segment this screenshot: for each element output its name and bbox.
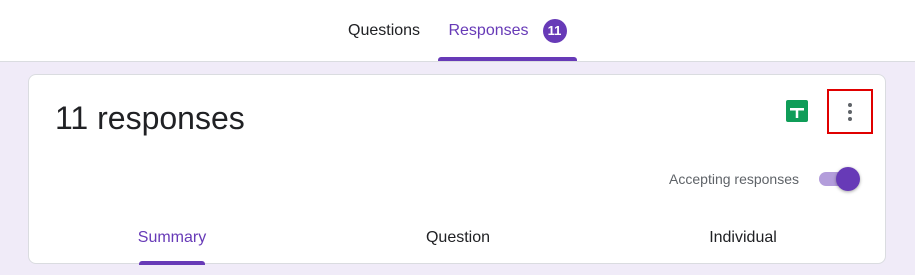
tab-responses[interactable]: Responses 11	[438, 0, 577, 61]
responses-count-badge: 11	[542, 18, 567, 43]
google-sheets-icon[interactable]	[786, 100, 808, 122]
tab-questions[interactable]: Questions	[348, 0, 420, 61]
tab-questions-label: Questions	[348, 21, 421, 39]
responses-summary-card: 11 responses Accepting responses Summary…	[28, 74, 886, 265]
tab-summary[interactable]: Summary	[112, 225, 232, 251]
tab-responses-label: Responses	[448, 21, 529, 39]
summary-tab-indicator	[139, 261, 205, 265]
responses-title: 11 responses	[55, 100, 245, 136]
form-tab-bar: Questions Responses 11	[0, 0, 915, 61]
more-options-button[interactable]	[827, 89, 873, 134]
tab-individual[interactable]: Individual	[683, 225, 803, 251]
google-sheets-icon-svg	[786, 100, 808, 122]
tab-question[interactable]: Question	[398, 225, 518, 251]
more-vert-icon	[848, 102, 852, 121]
accepting-responses-toggle[interactable]	[817, 167, 861, 191]
accepting-responses-label: Accepting responses	[669, 171, 799, 187]
toggle-knob	[836, 167, 860, 191]
